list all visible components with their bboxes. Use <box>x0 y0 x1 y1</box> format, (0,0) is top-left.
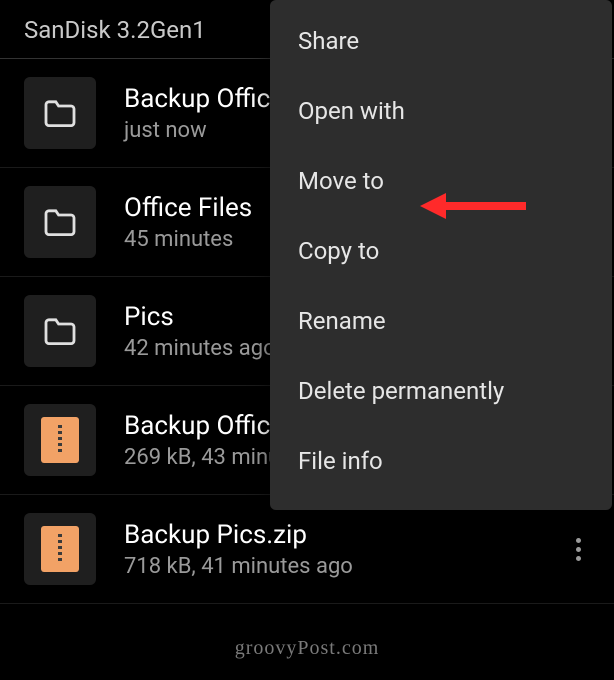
menu-item-move-to[interactable]: Move to <box>270 146 612 216</box>
folder-icon <box>24 186 96 258</box>
context-menu: Share Open with Move to Copy to Rename D… <box>270 0 612 510</box>
file-name: Backup Pics.zip <box>124 520 558 550</box>
menu-item-delete-permanently[interactable]: Delete permanently <box>270 356 612 426</box>
file-info: Backup Pics.zip 718 kB, 41 minutes ago <box>124 520 558 579</box>
menu-item-open-with[interactable]: Open with <box>270 76 612 146</box>
more-options-button[interactable] <box>558 529 598 569</box>
folder-icon <box>24 295 96 367</box>
more-icon <box>576 538 581 561</box>
zip-icon <box>24 404 96 476</box>
menu-item-share[interactable]: Share <box>270 6 612 76</box>
watermark-text: groovyPost.com <box>235 637 380 660</box>
file-item-zip[interactable]: Backup Pics.zip 718 kB, 41 minutes ago <box>0 495 614 604</box>
zip-icon <box>24 513 96 585</box>
menu-item-file-info[interactable]: File info <box>270 426 612 496</box>
file-meta: 718 kB, 41 minutes ago <box>124 554 558 579</box>
menu-item-rename[interactable]: Rename <box>270 286 612 356</box>
menu-item-copy-to[interactable]: Copy to <box>270 216 612 286</box>
folder-icon <box>24 77 96 149</box>
